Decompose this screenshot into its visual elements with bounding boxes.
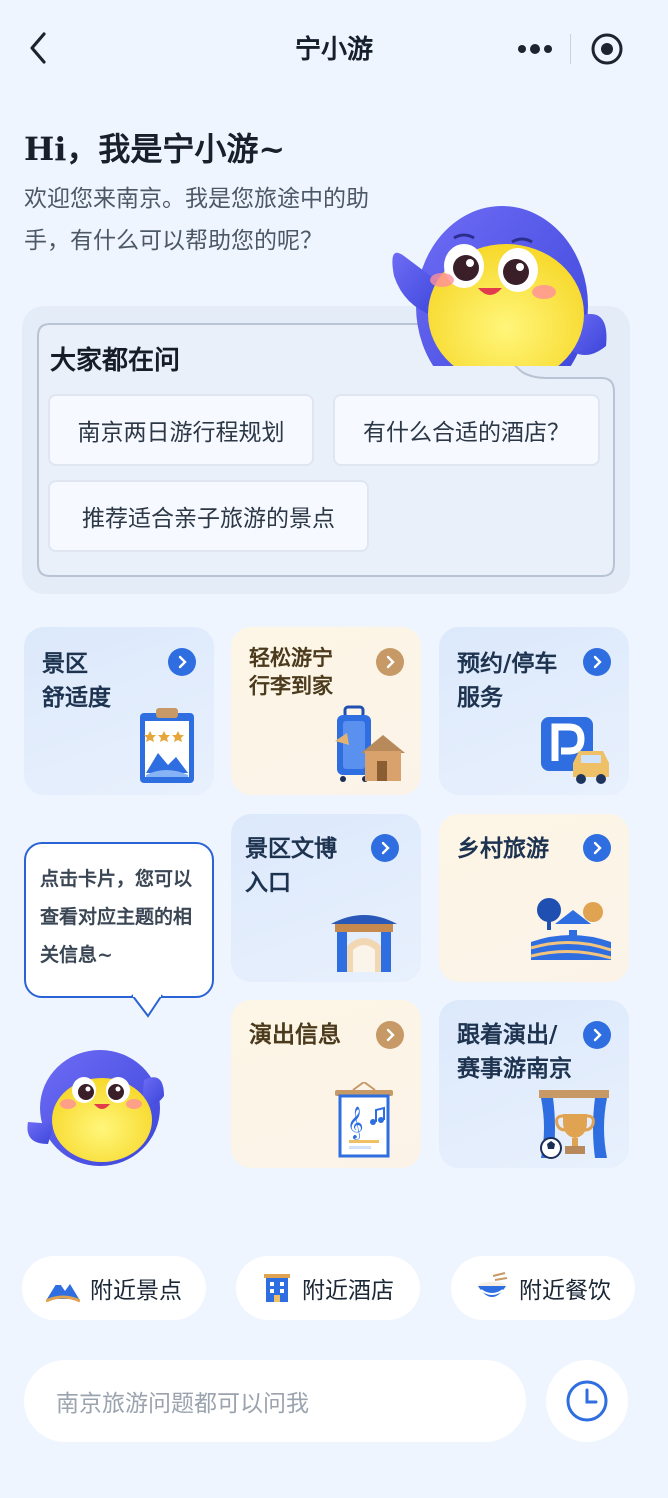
greeting-intro: 欢迎您来南京。我是您旅途中的助手，有什么可以帮助您的呢？	[24, 186, 369, 254]
card-title-line1: 乡村旅游	[457, 836, 549, 862]
faq-chip-hotel[interactable]: 有什么合适的酒店？	[333, 394, 600, 466]
more-dots-icon	[518, 44, 552, 54]
card-title-line1: 预约/停车	[457, 651, 558, 677]
card-luggage-delivery[interactable]: 轻松游宁 行李到家	[231, 627, 421, 795]
card-title-line1: 演出信息	[249, 1022, 341, 1048]
chevron-right-icon	[583, 1021, 611, 1049]
card-title-line2: 赛事游南京	[457, 1056, 572, 1082]
card-title-line2: 服务	[457, 685, 503, 711]
nearby-hotels-label: 附近酒店	[302, 1278, 394, 1304]
card-events-tour[interactable]: 跟着演出/ 赛事游南京	[439, 1000, 629, 1168]
menu-divider	[570, 34, 571, 64]
museum-gate-icon	[331, 915, 397, 972]
nearby-hotels-button[interactable]: 附近酒店	[236, 1256, 420, 1320]
music-poster-icon: 𝄞	[335, 1082, 393, 1158]
tip-text: 点击卡片，您可以查看对应主题的相关信息~	[40, 868, 193, 966]
card-museum-entrance[interactable]: 景区文博 入口	[231, 814, 421, 982]
nearby-dining-button[interactable]: 附近餐饮	[451, 1256, 635, 1320]
card-rural-tourism[interactable]: 乡村旅游	[439, 814, 629, 982]
card-title-line1: 轻松游宁	[249, 646, 333, 670]
card-title-line2: 舒适度	[42, 685, 111, 711]
more-button[interactable]	[516, 36, 556, 62]
history-button[interactable]	[546, 1360, 628, 1442]
mascot-small-image	[24, 1040, 170, 1168]
chevron-right-icon	[376, 1021, 404, 1049]
chevron-right-icon	[583, 648, 611, 676]
mascot-image	[384, 196, 614, 406]
card-performance-info[interactable]: 演出信息 𝄞	[231, 1000, 421, 1168]
card-title-line1: 景区	[42, 651, 88, 677]
chevron-right-icon	[376, 648, 404, 676]
card-title-line2: 行李到家	[249, 674, 333, 698]
card-title-line1: 跟着演出/	[457, 1022, 558, 1048]
nearby-attractions-label: 附近景点	[90, 1278, 182, 1304]
chevron-right-icon	[168, 648, 196, 676]
faq-chip-family-spots[interactable]: 推荐适合亲子旅游的景点	[48, 480, 369, 552]
tip-bubble-tail	[131, 994, 163, 1018]
hotel-icon	[264, 1274, 290, 1302]
parking-icon	[541, 717, 609, 784]
village-icon	[531, 898, 611, 960]
target-circle-icon	[591, 33, 623, 65]
food-bowl-icon	[478, 1272, 508, 1297]
page-title: 宁小游	[294, 35, 373, 65]
luggage-home-icon	[335, 705, 405, 782]
svg-text:𝄞: 𝄞	[347, 1106, 364, 1140]
faq-title: 大家都在问	[50, 346, 181, 376]
scenic-rating-icon	[140, 708, 194, 783]
clock-icon	[566, 1380, 608, 1422]
card-title-line1: 景区文博	[245, 836, 337, 862]
chevron-right-icon	[583, 834, 611, 862]
close-miniapp-button[interactable]	[590, 32, 624, 66]
card-scenic-comfort[interactable]: 景区 舒适度	[24, 627, 214, 795]
mountain-icon	[46, 1281, 80, 1303]
nearby-dining-label: 附近餐饮	[519, 1278, 611, 1304]
nearby-attractions-button[interactable]: 附近景点	[22, 1256, 206, 1320]
card-title-line2: 入口	[245, 870, 291, 896]
faq-chip-itinerary[interactable]: 南京两日游行程规划	[48, 394, 314, 466]
greeting-headline: Hi，我是宁小游~	[24, 130, 286, 168]
chat-input-placeholder: 南京旅游问题都可以问我	[56, 1391, 309, 1417]
stage-trophy-icon	[539, 1090, 609, 1159]
card-reservation-parking[interactable]: 预约/停车 服务	[439, 627, 629, 795]
chevron-right-icon	[371, 834, 399, 862]
chat-input[interactable]: 南京旅游问题都可以问我	[24, 1360, 526, 1442]
